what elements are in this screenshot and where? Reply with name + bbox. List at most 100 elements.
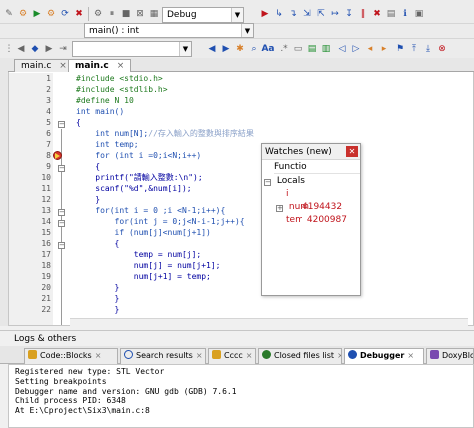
function-combo[interactable]: main() : int ▼ xyxy=(84,23,254,38)
chevron-down-icon[interactable]: ▼ xyxy=(179,42,191,56)
close-icon[interactable]: × xyxy=(407,351,414,360)
step-into-icon[interactable]: ⇲ xyxy=(300,7,314,21)
code-line: int num[N];//存入輸入的整數與排序結果 xyxy=(76,129,254,138)
line-number: 12 xyxy=(41,195,51,204)
jump-back-icon[interactable]: ◁ xyxy=(335,42,349,56)
watch-row-i[interactable]: i 4194432 xyxy=(286,188,360,212)
step-instruction-icon[interactable]: ↧ xyxy=(342,7,356,21)
font-icon[interactable]: Aa xyxy=(261,42,275,56)
forward-icon[interactable]: ▶ xyxy=(42,42,56,56)
close-icon[interactable]: × xyxy=(246,351,253,360)
selection-icon[interactable]: ▭ xyxy=(291,42,305,56)
bookmark-icon[interactable]: ◆ xyxy=(28,42,42,56)
back-icon[interactable]: ◀ xyxy=(14,42,28,56)
jump-icon[interactable]: ⇥ xyxy=(56,42,70,56)
next-instruction-icon[interactable]: ↦ xyxy=(328,7,342,21)
expand-icon[interactable]: + xyxy=(276,205,283,212)
close-icon[interactable]: ✕ xyxy=(346,146,358,157)
stop-icon[interactable]: ■ xyxy=(119,7,133,21)
clear-bookmarks-icon[interactable]: ⊗ xyxy=(435,42,449,56)
tab-main-c-1[interactable]: main.c × xyxy=(14,59,74,72)
tab-doxyblocks[interactable]: DoxyBlocks xyxy=(426,348,474,364)
line-number: 14 xyxy=(41,217,51,226)
window-icon[interactable]: ▣ xyxy=(412,7,426,21)
code-line: num[j+1] = temp; xyxy=(76,272,211,281)
line-number: 10 xyxy=(41,173,51,182)
tab-cccc[interactable]: Cccc × xyxy=(208,348,256,364)
grid-icon[interactable]: ▦ xyxy=(147,7,161,21)
search-icon[interactable]: ⌕ xyxy=(247,42,261,56)
settings-icon[interactable]: ⚙ xyxy=(91,7,105,21)
abort-icon[interactable]: ✖ xyxy=(72,7,86,21)
watch-row-num[interactable]: + num xyxy=(276,201,360,214)
fold-toggle-icon[interactable]: − xyxy=(58,165,65,172)
wrench-icon[interactable]: ✎ xyxy=(2,7,16,21)
horizontal-scrollbar[interactable] xyxy=(70,318,468,326)
collapse-icon[interactable]: − xyxy=(264,179,271,186)
build-target-combo[interactable]: Debug ▼ xyxy=(162,7,244,23)
doxyblocks-icon xyxy=(430,350,439,359)
debug-run-icon[interactable]: ▶ xyxy=(258,7,272,21)
line-number: 19 xyxy=(41,272,51,281)
next-bookmark-icon[interactable]: ⤓ xyxy=(421,42,435,56)
rebuild-icon[interactable]: ⟳ xyxy=(58,7,72,21)
jump-forward-icon[interactable]: ▷ xyxy=(349,42,363,56)
build-run-icon[interactable]: ⚙ xyxy=(44,7,58,21)
build-icon[interactable]: ⚙ xyxy=(16,7,30,21)
close-icon[interactable]: × xyxy=(59,61,67,71)
comment-icon[interactable]: ▤ xyxy=(305,42,319,56)
highlight-icon[interactable]: ✱ xyxy=(233,42,247,56)
run-icon[interactable]: ▶ xyxy=(30,7,44,21)
step-out-icon[interactable]: ⇱ xyxy=(314,7,328,21)
debugger-log[interactable]: Registered new type: STL Vector Setting … xyxy=(8,364,474,428)
chevron-down-icon[interactable]: ▼ xyxy=(231,8,243,22)
close-icon[interactable]: × xyxy=(196,351,203,360)
tab-search-results[interactable]: Search results × xyxy=(120,348,206,364)
fold-toggle-icon[interactable]: − xyxy=(58,220,65,227)
line-number: 8 xyxy=(46,151,51,160)
locals-row[interactable]: − Locals xyxy=(262,175,360,188)
watches-title-bar[interactable]: Watches (new) ✕ xyxy=(262,144,360,160)
pause-icon[interactable]: ⏸ xyxy=(105,7,119,21)
break-icon[interactable]: ‖ xyxy=(356,7,370,21)
run-to-cursor-icon[interactable]: ↳ xyxy=(272,7,286,21)
clear-icon[interactable]: ⊠ xyxy=(133,7,147,21)
fold-margin: − − − − − xyxy=(53,73,70,325)
line-number: 11 xyxy=(41,184,51,193)
fold-toggle-icon[interactable]: − xyxy=(58,209,65,216)
chevron-down-icon[interactable]: ▼ xyxy=(241,24,253,37)
tab-debugger[interactable]: Debugger × xyxy=(344,348,424,364)
regex-icon[interactable]: .* xyxy=(277,42,291,56)
tab-label: Search results xyxy=(136,351,193,360)
close-icon[interactable]: × xyxy=(117,61,125,71)
tab-label: Closed files list xyxy=(274,351,335,360)
watches-window[interactable]: Watches (new) ✕ Functio − Locals i 41944… xyxy=(261,143,361,296)
prev-icon[interactable]: ◀ xyxy=(205,42,219,56)
next-line-icon[interactable]: ↴ xyxy=(286,7,300,21)
code-line: temp = num[j]; xyxy=(76,250,202,259)
toolbar-code-completion: main() : int ▼ xyxy=(0,23,474,38)
close-icon[interactable]: × xyxy=(337,351,341,360)
prev-change-icon[interactable]: ◂ xyxy=(363,42,377,56)
toolbar-separator xyxy=(88,7,89,21)
tab-codeblocks[interactable]: Code::Blocks × xyxy=(24,348,118,364)
toggle-bookmark-icon[interactable]: ⚑ xyxy=(393,42,407,56)
stop-debugger-icon[interactable]: ✖ xyxy=(370,7,384,21)
fold-toggle-icon[interactable]: − xyxy=(58,242,65,249)
info-icon[interactable]: ℹ xyxy=(398,7,412,21)
next-icon[interactable]: ▶ xyxy=(219,42,233,56)
debugger-icon xyxy=(348,350,357,359)
debug-windows-icon[interactable]: ▤ xyxy=(384,7,398,21)
management-panel-collapsed[interactable] xyxy=(0,58,8,326)
prev-bookmark-icon[interactable]: ⤒ xyxy=(407,42,421,56)
fold-toggle-icon[interactable]: − xyxy=(58,121,65,128)
tab-closed-files[interactable]: Closed files list× xyxy=(258,348,342,364)
tab-main-c-2[interactable]: main.c × xyxy=(68,59,132,72)
logs-panel-header[interactable]: Logs & others xyxy=(0,330,474,346)
scope-combo[interactable]: ▼ xyxy=(72,41,192,57)
doc-icon[interactable]: ▥ xyxy=(319,42,333,56)
watch-row-temp[interactable]: temp 4200987 xyxy=(286,214,360,227)
next-change-icon[interactable]: ▸ xyxy=(377,42,391,56)
close-icon[interactable]: × xyxy=(95,351,102,360)
toolbar-main: ✎ ⚙ ▶ ⚙ ⟳ ✖ ⚙ ⏸ ■ ⊠ ▦ Debug ▼ ▶ ↳ ↴ ⇲ ⇱ … xyxy=(0,4,474,24)
